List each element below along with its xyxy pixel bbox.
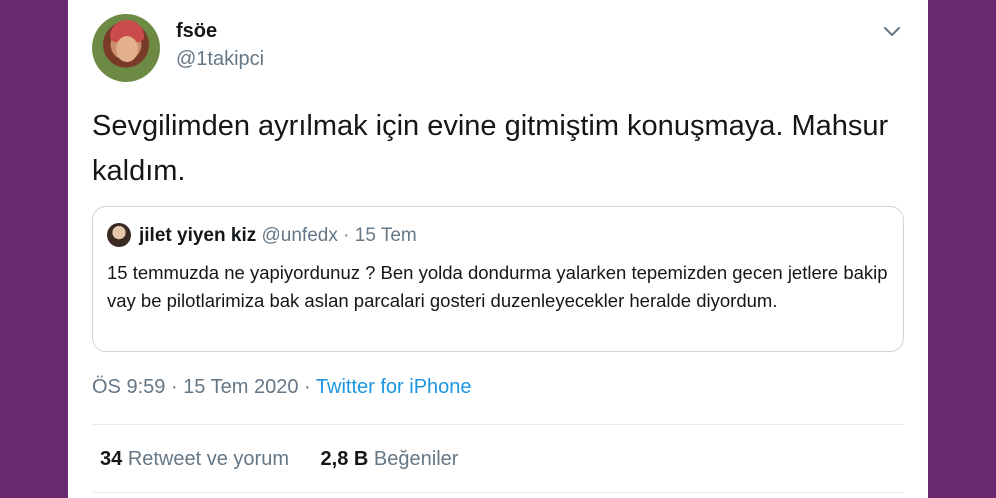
chevron-down-icon[interactable] xyxy=(882,24,902,40)
likes-stat[interactable]: 2,8 B Beğeniler xyxy=(321,448,459,470)
author-name[interactable]: fsöe xyxy=(176,20,217,43)
retweets-stat[interactable]: 34 Retweet ve yorum xyxy=(100,448,295,470)
likes-count: 2,8 B xyxy=(320,448,369,470)
quoted-tweet-text: 15 temmuzda ne yapiyordunuz ? Ben yolda … xyxy=(107,262,888,311)
tweet-date[interactable]: 15 Tem 2020 xyxy=(183,376,298,398)
quoted-tweet-header: jilet yiyen kiz @unfedx · 15 Tem xyxy=(139,225,417,247)
tweet-meta: ÖS 9:59 · 15 Tem 2020 · Twitter for iPho… xyxy=(92,376,472,399)
tweet-time[interactable]: ÖS 9:59 xyxy=(92,376,165,398)
meta-separator: · xyxy=(304,376,311,398)
avatar-face xyxy=(116,36,138,62)
quoted-separator: · xyxy=(343,225,350,246)
quoted-author-name: jilet yiyen kiz xyxy=(139,225,257,246)
tweet-card: fsöe @1takipci Sevgilimden ayrılmak için… xyxy=(68,0,928,498)
tweet-source-link[interactable]: Twitter for iPhone xyxy=(316,376,472,398)
retweets-count: 34 xyxy=(100,448,123,470)
divider xyxy=(92,424,904,425)
meta-separator: · xyxy=(170,376,178,398)
author-handle[interactable]: @1takipci xyxy=(176,48,264,71)
quoted-author-handle: @unfedx xyxy=(261,225,338,246)
author-avatar[interactable] xyxy=(92,14,160,82)
divider xyxy=(92,492,904,493)
tweet-stats: 34 Retweet ve yorum 2,8 B Beğeniler xyxy=(100,448,484,471)
likes-label: Beğeniler xyxy=(373,448,459,470)
quoted-date: 15 Tem xyxy=(354,225,417,246)
retweets-label: Retweet ve yorum xyxy=(127,448,289,470)
tweet-text: Sevgilimden ayrılmak için evine gitmişti… xyxy=(92,110,889,187)
quoted-tweet[interactable]: jilet yiyen kiz @unfedx · 15 Tem 15 temm… xyxy=(92,206,904,352)
quoted-author-avatar xyxy=(107,223,131,247)
